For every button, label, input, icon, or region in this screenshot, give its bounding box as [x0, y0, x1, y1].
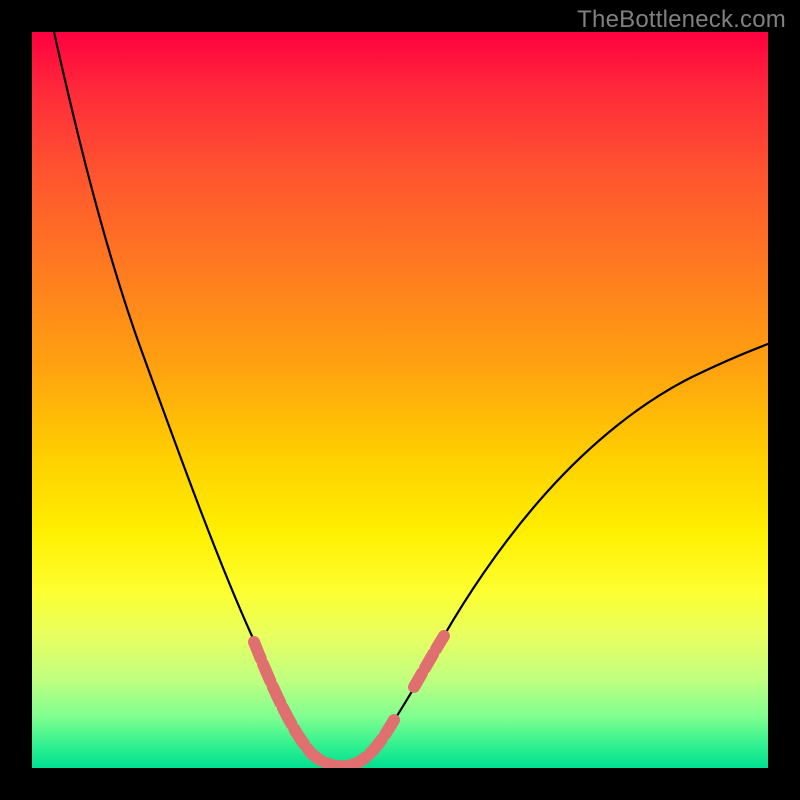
highlight-right-branch: [414, 636, 444, 687]
attribution-label: TheBottleneck.com: [577, 6, 786, 34]
chart-container: TheBottleneck.com: [0, 0, 800, 800]
bottleneck-curve-svg: [32, 32, 768, 768]
bottleneck-curve-line: [54, 32, 768, 767]
plot-area: [32, 32, 768, 768]
highlight-left-branch: [254, 642, 394, 766]
